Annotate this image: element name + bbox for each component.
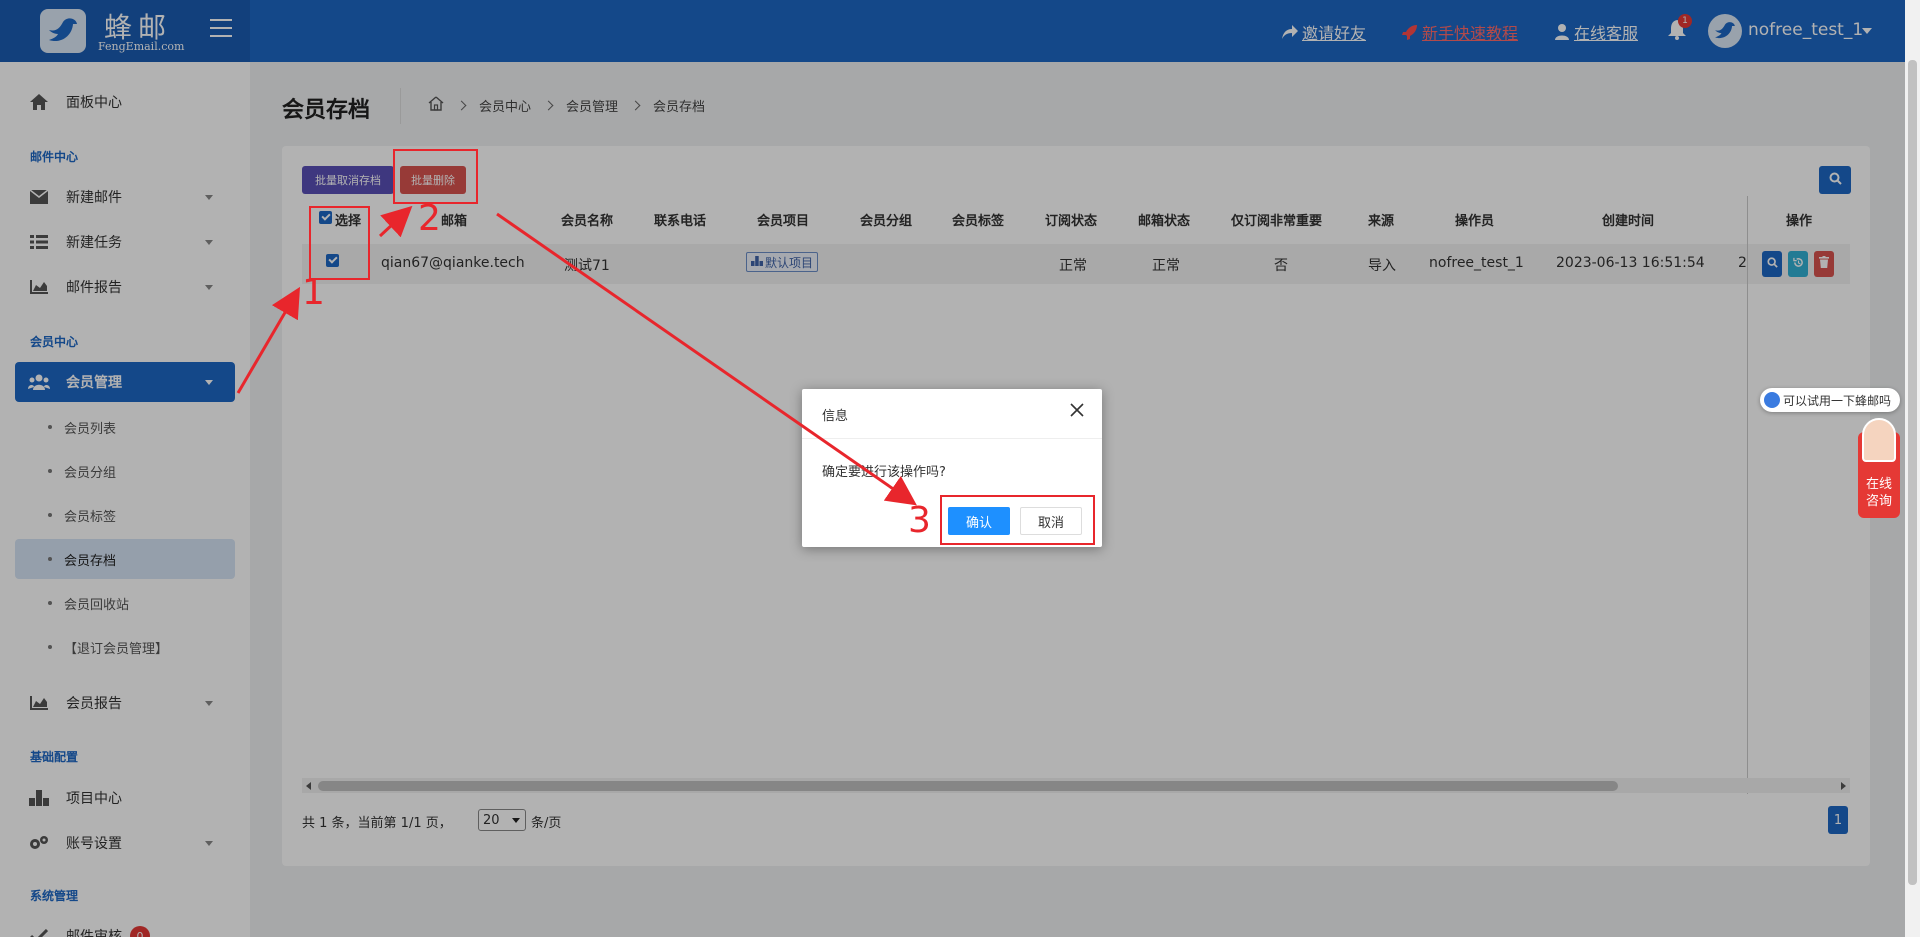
dialog-message: 确定要进行该操作吗? [822,465,946,480]
dialog-header: 信息 [802,389,1102,439]
annotation-number-1: 1 [302,272,325,313]
chat-bubble-icon [1764,392,1780,408]
annotation-box-3 [940,495,1095,545]
vertical-scrollbar[interactable] [1905,0,1920,937]
scroll-thumb[interactable] [1908,60,1917,885]
agent-avatar [1862,418,1896,462]
chat-hint[interactable]: 可以试用一下蜂邮吗 [1760,388,1900,412]
annotation-box-1 [309,206,370,280]
close-icon[interactable] [1070,403,1086,419]
annotation-number-2: 2 [418,198,441,239]
dialog-title: 信息 [822,409,849,424]
annotation-box-2 [393,149,478,204]
annotation-number-3: 3 [908,500,931,541]
